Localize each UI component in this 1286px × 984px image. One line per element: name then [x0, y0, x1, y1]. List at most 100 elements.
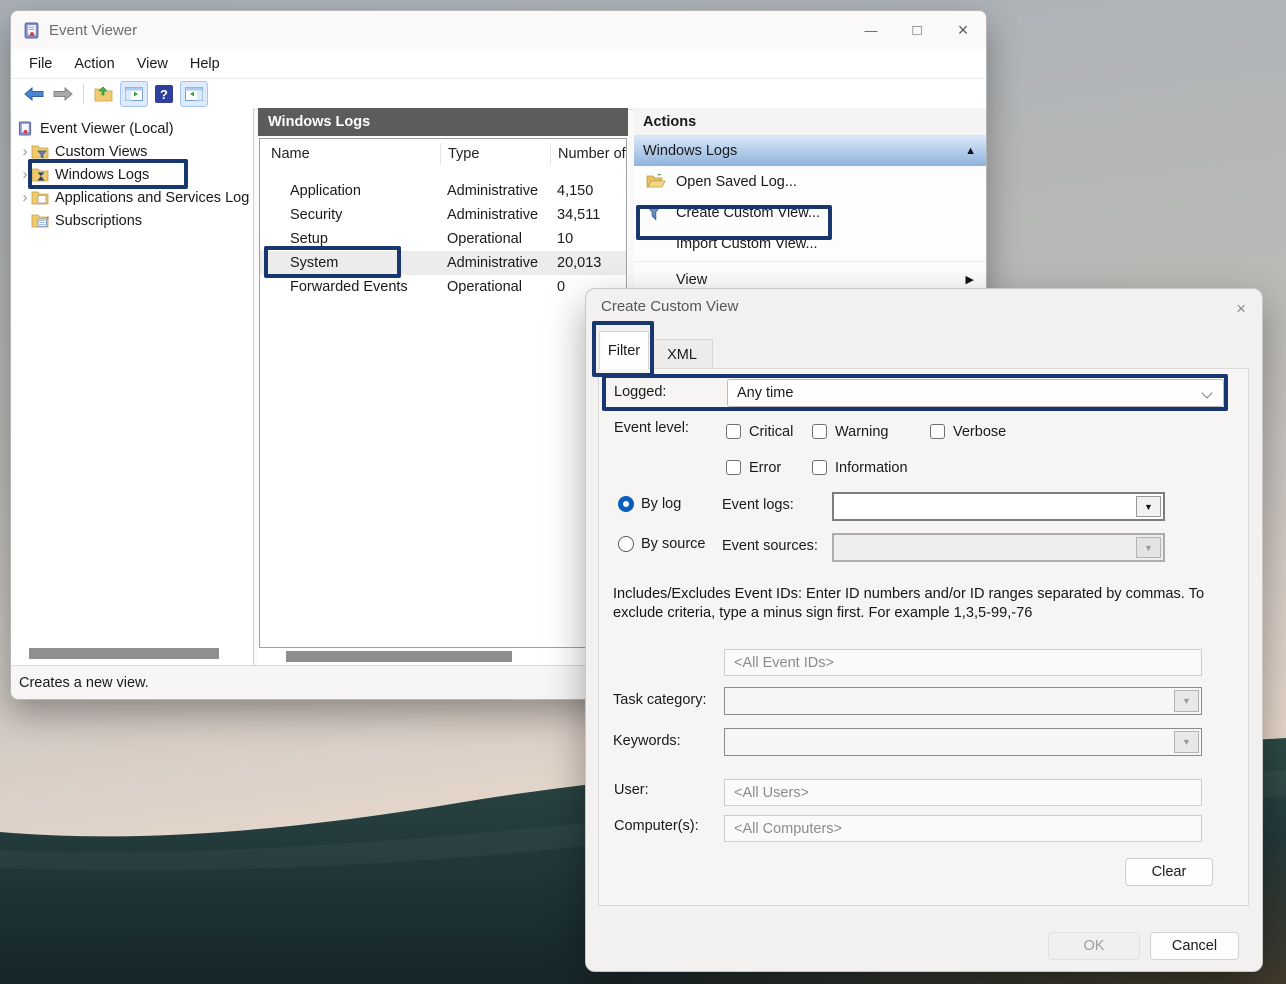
- toggle-action-pane-button[interactable]: [180, 81, 208, 107]
- checkbox-information-label[interactable]: Information: [835, 460, 908, 476]
- collapse-arrow-icon[interactable]: ▲: [965, 145, 976, 157]
- event-logs-dropdown-button[interactable]: ▼: [1136, 496, 1161, 517]
- tree-item-custom-views[interactable]: › Custom Views: [19, 140, 147, 163]
- chevron-right-icon[interactable]: ›: [19, 189, 31, 206]
- checkbox-critical[interactable]: [726, 424, 741, 439]
- clear-button[interactable]: Clear: [1125, 858, 1213, 886]
- event-sources-label: Event sources:: [722, 538, 818, 554]
- chevron-right-icon[interactable]: ›: [19, 143, 31, 160]
- menu-help[interactable]: Help: [179, 56, 231, 72]
- checkbox-error[interactable]: [726, 460, 741, 475]
- minimize-button[interactable]: —: [848, 11, 894, 49]
- help-button[interactable]: ?: [151, 82, 177, 106]
- cancel-button[interactable]: Cancel: [1150, 932, 1239, 960]
- logged-value: Any time: [737, 385, 793, 401]
- tab-filter[interactable]: Filter: [599, 331, 649, 369]
- checkbox-error-label[interactable]: Error: [749, 460, 781, 476]
- table-row-application[interactable]: Application Administrative 4,150: [260, 179, 626, 203]
- actions-group-windows-logs[interactable]: Windows Logs ▲: [634, 136, 986, 166]
- close-button[interactable]: ×: [940, 11, 986, 49]
- tree-horizontal-scrollbar[interactable]: [29, 648, 219, 659]
- radio-by-source[interactable]: [618, 536, 634, 552]
- radio-by-log-label[interactable]: By log: [641, 496, 681, 512]
- table-row-system[interactable]: System Administrative 20,013: [260, 251, 626, 275]
- tree-item-windows-logs[interactable]: › Windows Logs: [19, 163, 149, 186]
- tree-item-subscriptions[interactable]: Subscriptions: [31, 209, 142, 232]
- cell-type: Administrative: [440, 183, 550, 199]
- dropdown-arrow-icon: ▼: [1182, 696, 1191, 706]
- event-ids-field[interactable]: <All Event IDs>: [724, 649, 1202, 676]
- column-header-number[interactable]: Number of: [550, 143, 626, 165]
- computers-label: Computer(s):: [614, 818, 699, 834]
- cancel-button-label: Cancel: [1172, 938, 1217, 954]
- maximize-button[interactable]: □: [894, 11, 940, 49]
- checkbox-warning-label[interactable]: Warning: [835, 424, 888, 440]
- checkbox-critical-label[interactable]: Critical: [749, 424, 793, 440]
- ok-button[interactable]: OK: [1048, 932, 1140, 960]
- cell-count: 34,511: [550, 207, 626, 223]
- dialog-close-button[interactable]: ×: [1236, 299, 1246, 319]
- console-tree-pane: Event Viewer (Local) › Custom Views › Wi…: [11, 108, 254, 666]
- cell-type: Operational: [440, 231, 550, 247]
- task-category-dropdown-button: ▼: [1174, 690, 1199, 712]
- tab-xml[interactable]: XML: [651, 339, 713, 369]
- cell-count: 10: [550, 231, 626, 247]
- actions-separator: [634, 261, 986, 262]
- event-viewer-node-icon: [16, 121, 34, 136]
- open-folder-icon: [646, 174, 666, 189]
- apps-services-folder-icon: [31, 190, 49, 205]
- status-text: Creates a new view.: [19, 675, 149, 691]
- action-label: Create Custom View...: [676, 205, 820, 221]
- tab-label: XML: [667, 347, 697, 363]
- checkbox-warning[interactable]: [812, 424, 827, 439]
- logged-dropdown-chevron-icon: [1201, 387, 1212, 398]
- cell-name: Forwarded Events: [260, 279, 440, 295]
- table-row-security[interactable]: Security Administrative 34,511: [260, 203, 626, 227]
- desktop: Event Viewer — □ × File Action View Help: [0, 0, 1286, 984]
- radio-by-source-label[interactable]: By source: [641, 536, 705, 552]
- clear-button-label: Clear: [1152, 864, 1187, 880]
- table-row-forwarded-events[interactable]: Forwarded Events Operational 0: [260, 275, 626, 299]
- table-row-setup[interactable]: Setup Operational 10: [260, 227, 626, 251]
- custom-views-folder-icon: [31, 144, 49, 159]
- checkbox-verbose[interactable]: [930, 424, 945, 439]
- action-open-saved-log[interactable]: Open Saved Log...: [634, 166, 986, 197]
- tree-item-applications-services[interactable]: › Applications and Services Log: [19, 186, 249, 209]
- keywords-dropdown: ▼: [724, 728, 1202, 756]
- event-logs-dropdown[interactable]: ▼: [832, 492, 1165, 521]
- radio-by-log[interactable]: [618, 496, 634, 512]
- menu-file[interactable]: File: [29, 56, 63, 72]
- toolbar-separator: [83, 84, 84, 104]
- action-create-custom-view[interactable]: Create Custom View...: [634, 197, 986, 228]
- user-field[interactable]: <All Users>: [724, 779, 1202, 806]
- column-header-type[interactable]: Type: [440, 143, 550, 165]
- tree-item-label: Windows Logs: [55, 167, 149, 183]
- submenu-arrow-icon: ▶: [966, 273, 974, 286]
- keywords-label: Keywords:: [613, 733, 681, 749]
- action-import-custom-view[interactable]: Import Custom View...: [634, 228, 986, 259]
- actions-group-label: Windows Logs: [643, 143, 737, 159]
- filter-tab-panel: Logged: Any time Event level: Critical W…: [598, 368, 1249, 906]
- menu-action[interactable]: Action: [63, 56, 125, 72]
- dropdown-arrow-icon: ▼: [1182, 737, 1191, 747]
- column-header-name[interactable]: Name: [260, 146, 440, 162]
- event-ids-help-text: Includes/Excludes Event IDs: Enter ID nu…: [613, 585, 1209, 623]
- back-button[interactable]: [21, 82, 47, 106]
- export-log-button[interactable]: [91, 82, 117, 106]
- folder-arrow-icon: [94, 86, 114, 102]
- forward-button[interactable]: [50, 82, 76, 106]
- chevron-right-icon[interactable]: ›: [19, 166, 31, 183]
- logged-dropdown[interactable]: Any time: [727, 379, 1224, 407]
- computers-field[interactable]: <All Computers>: [724, 815, 1202, 842]
- checkbox-verbose-label[interactable]: Verbose: [953, 424, 1006, 440]
- ok-button-label: OK: [1084, 938, 1105, 954]
- tree-item-event-viewer-local[interactable]: Event Viewer (Local): [16, 117, 174, 140]
- event-ids-value: <All Event IDs>: [734, 655, 834, 671]
- menu-view[interactable]: View: [126, 56, 179, 72]
- close-icon: ×: [1236, 299, 1246, 318]
- center-horizontal-scrollbar[interactable]: [286, 651, 512, 662]
- cell-type: Administrative: [440, 207, 550, 223]
- toggle-console-tree-button[interactable]: [120, 81, 148, 107]
- checkbox-information[interactable]: [812, 460, 827, 475]
- create-custom-view-dialog: Create Custom View × Filter XML Logged: …: [585, 288, 1263, 972]
